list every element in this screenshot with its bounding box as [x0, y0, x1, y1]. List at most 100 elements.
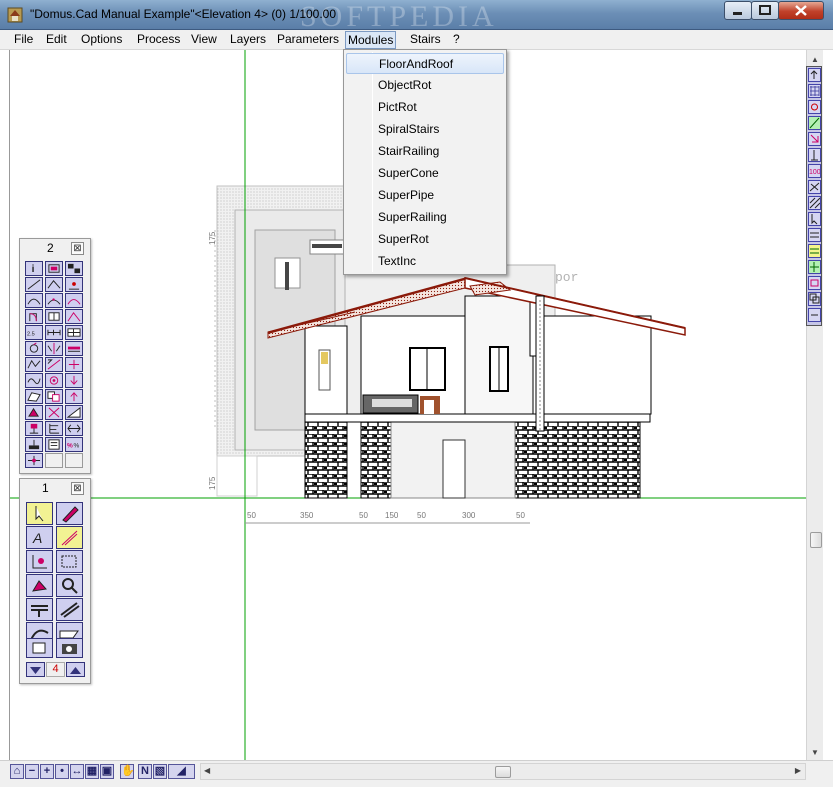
fit-width-icon[interactable]: ↔: [70, 764, 84, 779]
menu-options[interactable]: Options: [79, 31, 124, 49]
menu-item-super-rot[interactable]: SuperRot: [346, 229, 504, 250]
angle-line-icon[interactable]: [45, 277, 63, 292]
menu-item-super-pipe[interactable]: SuperPipe: [346, 185, 504, 206]
point-icon[interactable]: •: [55, 764, 69, 779]
maximize-button[interactable]: [751, 1, 779, 20]
door-icon[interactable]: [25, 309, 43, 324]
angle-icon[interactable]: [808, 132, 821, 146]
scroll-right-icon[interactable]: ▶: [795, 766, 801, 775]
menu-process[interactable]: Process: [135, 31, 182, 49]
move-icon[interactable]: [65, 357, 83, 372]
grid-icon[interactable]: [808, 84, 821, 98]
redraw-icon[interactable]: ▣: [100, 764, 114, 779]
page-icon[interactable]: [45, 437, 63, 452]
window-icon[interactable]: [45, 309, 63, 324]
base-icon[interactable]: [25, 437, 43, 452]
app-icon[interactable]: [6, 6, 24, 24]
level-up-icon[interactable]: [65, 389, 83, 404]
menu-item-floor-and-roof[interactable]: FloorAndRoof: [346, 53, 504, 74]
mirror-icon[interactable]: [45, 341, 63, 356]
scroll-left-icon[interactable]: ◀: [204, 766, 210, 775]
matrix-icon[interactable]: %%: [65, 437, 83, 452]
slope-icon[interactable]: ◢: [168, 764, 195, 779]
line-icon[interactable]: [25, 277, 43, 292]
scale-icon[interactable]: 100: [808, 164, 821, 178]
pointer-icon[interactable]: [808, 212, 821, 226]
snap-icon[interactable]: [25, 453, 43, 468]
zoom-icon[interactable]: [56, 574, 83, 597]
palette-close-button[interactable]: ⊠: [71, 242, 84, 255]
lines-icon[interactable]: [808, 228, 821, 242]
north-icon[interactable]: N: [138, 764, 152, 779]
snap-point-icon[interactable]: [808, 100, 821, 114]
offset-icon[interactable]: [808, 260, 821, 274]
triangle-icon[interactable]: [65, 405, 83, 420]
measure-icon[interactable]: ▧: [153, 764, 167, 779]
frame-icon[interactable]: [45, 261, 63, 276]
polyline-icon[interactable]: [25, 357, 43, 372]
rotate-icon[interactable]: [26, 574, 53, 597]
menu-item-spiral-stairs[interactable]: SpiralStairs: [346, 119, 504, 140]
area-select-icon[interactable]: [56, 550, 83, 573]
wall-icon[interactable]: [26, 598, 53, 621]
scroll-down-icon[interactable]: ▼: [811, 748, 819, 757]
pencil-icon[interactable]: [56, 502, 83, 525]
scroll-up-icon[interactable]: ▲: [811, 55, 819, 64]
text-tool-icon[interactable]: A: [26, 526, 53, 549]
arc-tangent-icon[interactable]: [65, 293, 83, 308]
roof-slope-icon[interactable]: [65, 309, 83, 324]
copy-icon[interactable]: [45, 389, 63, 404]
camera-icon[interactable]: [56, 638, 83, 658]
target-icon[interactable]: [45, 373, 63, 388]
multi-frame-icon[interactable]: [65, 261, 83, 276]
stretch-icon[interactable]: [45, 357, 63, 372]
rectangle-icon[interactable]: [808, 276, 821, 290]
palette-close-button[interactable]: ⊠: [71, 482, 84, 495]
box-icon[interactable]: [26, 638, 53, 658]
menu-item-super-railing[interactable]: SuperRailing: [346, 207, 504, 228]
offset-icon[interactable]: [65, 341, 83, 356]
menu-layers[interactable]: Layers: [228, 31, 268, 49]
level-down-icon[interactable]: [65, 373, 83, 388]
menu-modules[interactable]: Modules: [345, 31, 397, 49]
arc-3pt-icon[interactable]: [45, 293, 63, 308]
table-icon[interactable]: [65, 325, 83, 340]
home-icon[interactable]: ⌂: [10, 764, 24, 779]
horizontal-scroll-thumb[interactable]: [495, 766, 511, 778]
horizontal-scrollbar[interactable]: ◀ ▶: [200, 763, 806, 780]
menu-file[interactable]: File: [12, 31, 35, 49]
zoom-in-icon[interactable]: +: [40, 764, 54, 779]
minus-icon[interactable]: [808, 308, 821, 322]
fill-icon[interactable]: [25, 405, 43, 420]
select-pointer-icon[interactable]: [26, 502, 53, 525]
curve-icon[interactable]: [25, 373, 43, 388]
pan-hand-icon[interactable]: ✋: [120, 764, 135, 779]
menu-help[interactable]: ?: [451, 31, 462, 49]
minimize-button[interactable]: [724, 1, 752, 20]
parallel-icon[interactable]: [808, 244, 821, 258]
menu-parameters[interactable]: Parameters: [275, 31, 341, 49]
menu-item-stair-railing[interactable]: StairRailing: [346, 141, 504, 162]
arrow-up-icon[interactable]: [66, 662, 85, 677]
stairs-icon[interactable]: [56, 598, 83, 621]
vertical-scroll-thumb[interactable]: [810, 532, 822, 548]
zoom-out-icon[interactable]: −: [25, 764, 39, 779]
menu-item-text-inc[interactable]: TextInc: [346, 251, 504, 272]
window-zoom-icon[interactable]: ▦: [85, 764, 99, 779]
symbol-icon[interactable]: [25, 421, 43, 436]
coordinate-icon[interactable]: [26, 550, 53, 573]
point-mark-icon[interactable]: [65, 277, 83, 292]
explode-icon[interactable]: [45, 405, 63, 420]
region-icon[interactable]: [25, 389, 43, 404]
copy-icon[interactable]: [808, 292, 821, 306]
align-icon[interactable]: [45, 421, 63, 436]
join-icon[interactable]: [65, 421, 83, 436]
arrow-down-icon[interactable]: [26, 662, 45, 677]
dimension-tool-icon[interactable]: [56, 526, 83, 549]
arrow-tool-icon[interactable]: [808, 68, 821, 82]
menu-edit[interactable]: Edit: [44, 31, 69, 49]
menu-view[interactable]: View: [189, 31, 219, 49]
info-icon[interactable]: i: [25, 261, 43, 276]
hatch-icon[interactable]: [808, 196, 821, 210]
dimension-icon[interactable]: 2.5: [25, 325, 43, 340]
